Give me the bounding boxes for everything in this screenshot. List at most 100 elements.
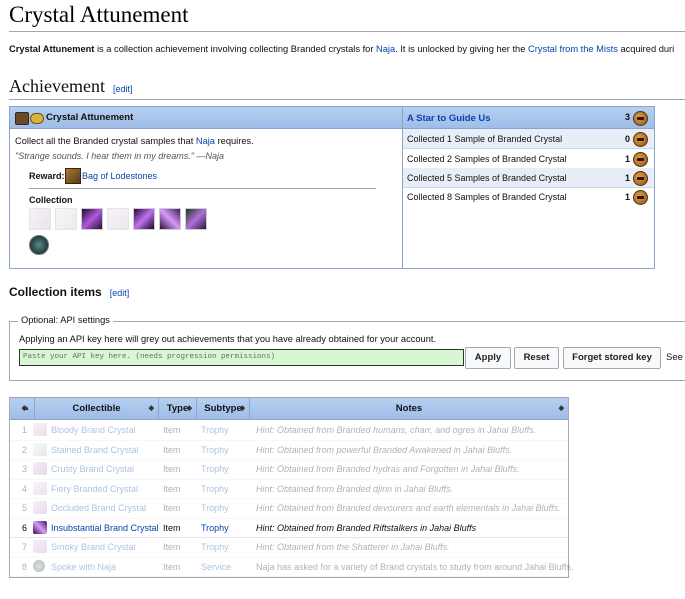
subtype-link[interactable]: Trophy xyxy=(201,503,229,513)
apply-button[interactable]: Apply xyxy=(465,347,511,369)
type-cell: Item xyxy=(163,522,181,533)
sort-arrows-icon[interactable]: ◆ xyxy=(187,398,192,419)
tier-points: 1 xyxy=(624,173,630,183)
tier-row: Collected 1 Sample of Branded Crystal 0 xyxy=(403,129,654,149)
intro-link-crystal-mists[interactable]: Crystal from the Mists xyxy=(528,44,618,54)
reward-item-link[interactable]: Bag of Lodestones xyxy=(82,171,157,181)
collectible-icon[interactable] xyxy=(33,442,47,456)
notes-cell: Hint: Obtained from Branded humans, char… xyxy=(256,425,537,435)
subtype-link[interactable]: Trophy xyxy=(201,464,229,474)
api-settings-panel: Optional: API settings Applying an API k… xyxy=(9,315,685,381)
row-number: 4 xyxy=(22,483,28,494)
achievement-header: Crystal Attunement xyxy=(10,107,402,129)
achievement-edit-link[interactable]: [edit] xyxy=(113,84,133,94)
collectible-link[interactable]: Bloody Brand Crystal xyxy=(51,425,136,435)
see-link-text: See xyxy=(666,352,683,363)
subtype-link[interactable]: Service xyxy=(201,562,231,572)
spoke-with-naja-icon[interactable] xyxy=(29,235,49,255)
collectible-link[interactable]: Smoky Brand Crystal xyxy=(51,542,136,552)
sort-arrows-icon[interactable]: ◆ xyxy=(559,398,564,419)
type-cell: Item xyxy=(163,425,181,435)
collectible-icon[interactable] xyxy=(33,501,47,514)
type-cell: Item xyxy=(163,464,181,474)
achievement-heading-text: Achievement xyxy=(9,76,105,96)
collection-chest-icon xyxy=(15,112,29,125)
tier-label: Collected 8 Samples of Branded Crystal xyxy=(407,192,567,202)
collectible-icon[interactable] xyxy=(33,520,47,534)
column-header-subtype[interactable]: Subtype ◆ xyxy=(197,398,250,420)
series-points: 3 xyxy=(624,112,630,122)
intro-bold-title: Crystal Attunement xyxy=(9,44,95,54)
bag-of-lodestones-icon[interactable] xyxy=(65,168,81,184)
fiery-brand-crystal-icon[interactable] xyxy=(107,208,129,230)
table-row: 5 Occluded Brand Crystal Item Trophy Hint: O… xyxy=(10,498,568,519)
sort-arrows-icon[interactable]: ◆ xyxy=(240,398,245,419)
achievement-details: Crystal Attunement Collect all the Brand… xyxy=(10,107,403,268)
notes-cell: Hint: Obtained from powerful Branded Awa… xyxy=(256,444,513,455)
column-header-number[interactable]: ▲ ◆ xyxy=(10,398,35,420)
collection-items-heading-text: Collection items xyxy=(9,285,102,299)
reset-button[interactable]: Reset xyxy=(514,347,559,369)
collectible-icon[interactable] xyxy=(33,559,45,572)
achievement-points-icon xyxy=(633,132,648,147)
api-settings-description: Applying an API key here will grey out a… xyxy=(19,334,437,344)
notes-cell: Hint: Obtained from the Shatterer in Jah… xyxy=(256,542,450,552)
collectible-icon[interactable] xyxy=(33,481,47,495)
collectible-link[interactable]: Stained Brand Crystal xyxy=(51,445,139,455)
collectible-link[interactable]: Occluded Brand Crystal xyxy=(51,503,146,513)
type-cell: Item xyxy=(163,444,181,455)
api-settings-legend: Optional: API settings xyxy=(18,315,113,325)
description-link-naja[interactable]: Naja xyxy=(196,136,215,146)
achievement-points-icon xyxy=(633,171,648,186)
table-row: 7 Smoky Brand Crystal Item Trophy Hint: Obta… xyxy=(10,537,568,558)
tier-points: 1 xyxy=(624,192,630,202)
stained-brand-crystal-icon[interactable] xyxy=(55,208,77,230)
column-header-notes[interactable]: Notes ◆ xyxy=(250,398,568,420)
subtype-link[interactable]: Trophy xyxy=(201,523,229,533)
collection-items-heading: Collection items [edit] xyxy=(9,285,129,299)
series-title-link[interactable]: A Star to Guide Us xyxy=(407,113,491,124)
column-header-type[interactable]: Type ◆ xyxy=(159,398,197,420)
insubstantial-brand-crystal-icon[interactable] xyxy=(159,208,181,230)
type-cell: Item xyxy=(163,561,181,572)
achievement-eye-icon xyxy=(30,113,44,124)
type-cell: Item xyxy=(163,483,181,494)
subtype-link[interactable]: Trophy xyxy=(201,445,229,455)
notes-cell: Hint: Obtained from Branded djinn in Jah… xyxy=(256,483,454,494)
collectible-link[interactable]: Spoke with Naja xyxy=(51,562,116,572)
subtype-link[interactable]: Trophy xyxy=(201,425,229,435)
column-header-collectible[interactable]: Collectible ◆ xyxy=(35,398,159,420)
crusty-brand-crystal-icon[interactable] xyxy=(81,208,103,230)
achievement-divider xyxy=(9,99,685,100)
api-key-input[interactable]: Paste your API key here. (needs progress… xyxy=(19,349,464,366)
occluded-brand-crystal-icon[interactable] xyxy=(133,208,155,230)
sort-arrows-icon[interactable]: ◆ xyxy=(22,398,27,419)
row-number: 1 xyxy=(22,425,28,435)
collection-edit-link[interactable]: [edit] xyxy=(110,288,130,298)
table-row: 6 Insubstantial Brand Crystal Item Trophy Hi… xyxy=(10,518,568,538)
row-number: 8 xyxy=(22,561,28,572)
intro-link-naja[interactable]: Naja xyxy=(376,44,395,54)
notes-cell: Hint: Obtained from Branded devourers an… xyxy=(256,503,561,513)
reward-divider xyxy=(29,188,376,189)
tier-row: Collected 5 Samples of Branded Crystal 1 xyxy=(403,168,654,188)
collectible-icon[interactable] xyxy=(33,423,47,436)
description-suffix: requires. xyxy=(214,136,254,146)
forget-stored-key-button[interactable]: Forget stored key xyxy=(563,347,661,369)
collectible-icon[interactable] xyxy=(33,540,47,553)
table-row: 1 Bloody Brand Crystal Item Trophy Hint: Obt… xyxy=(10,420,568,441)
type-cell: Item xyxy=(163,503,181,513)
collectible-link[interactable]: Insubstantial Brand Crystal xyxy=(51,523,159,533)
bloody-brand-crystal-icon[interactable] xyxy=(29,208,51,230)
subtype-link[interactable]: Trophy xyxy=(201,484,229,494)
collectible-icon[interactable] xyxy=(33,462,47,475)
collectible-link[interactable]: Fiery Branded Crystal xyxy=(51,484,138,494)
row-number: 7 xyxy=(22,542,28,552)
sort-arrows-icon[interactable]: ◆ xyxy=(149,398,154,419)
tier-points: 0 xyxy=(624,134,630,144)
smoky-brand-crystal-icon[interactable] xyxy=(185,208,207,230)
intro-text-3: acquired duri xyxy=(617,44,675,54)
subtype-link[interactable]: Trophy xyxy=(201,542,229,552)
table-row: 8 Spoke with Naja Item Service Naja has aske… xyxy=(10,557,574,577)
collectible-link[interactable]: Crusty Brand Crystal xyxy=(51,464,134,474)
